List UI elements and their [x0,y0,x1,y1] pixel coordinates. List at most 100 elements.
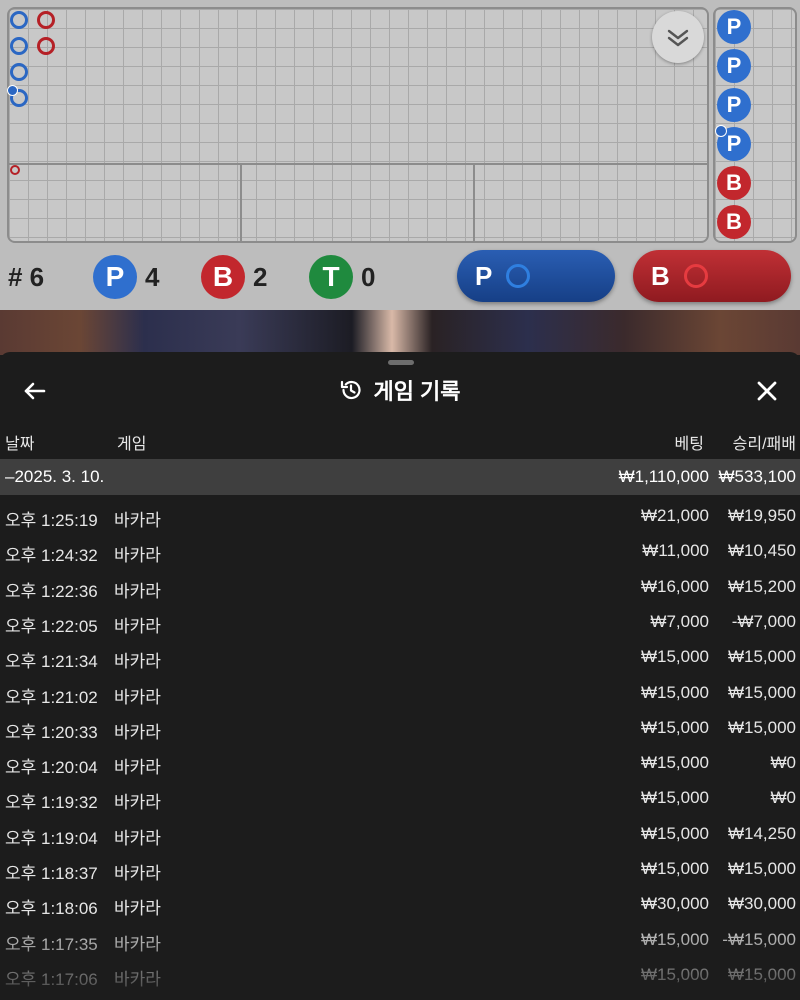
live-video-feed [0,310,800,355]
row-game: 바카라 [114,899,161,919]
table-row[interactable]: 오후 1:21:34 바카라 ₩15,000 ₩15,000 [0,639,800,674]
bead-banker: B [717,166,751,200]
row-game: 바카라 [114,546,161,566]
bead-banker: B [717,205,751,239]
row-winloss: -₩15,000 [722,929,796,949]
row-game: 바카라 [114,934,161,954]
table-row[interactable]: 오후 1:17:35 바카라 ₩15,000 -₩15,000 [0,922,800,957]
tie-count: 0 [361,261,376,292]
bead-road-board: P P P P B B [713,7,797,243]
row-game: 바카라 [114,758,161,778]
player-predict-button[interactable]: P [457,250,615,302]
history-icon [341,380,362,400]
table-row[interactable]: 오후 1:17:06 바카라 ₩15,000 ₩15,000 [0,957,800,992]
board-divider [473,163,475,241]
player-ring [10,11,28,29]
small-road-mark [10,165,20,175]
row-winloss: ₩0 [770,788,797,808]
row-winloss: ₩15,000 [727,682,796,702]
row-bet: ₩15,000 [640,717,709,737]
table-row[interactable]: 오후 1:20:33 바카라 ₩15,000 ₩15,000 [0,710,800,745]
row-winloss: ₩15,000 [727,859,796,878]
big-road-board [7,7,709,243]
player-count: 4 [145,261,160,292]
row-bet: ₩30,000 [640,894,709,914]
player-ring [10,63,28,81]
scoreboard: P P P P B B # 6 P 4 B 2 T 0 P B [0,0,800,310]
column-header-winloss: 승리/패배 [732,436,796,453]
row-game: 바카라 [114,687,161,707]
close-button[interactable] [754,378,780,404]
row-game: 바카라 [114,616,161,636]
pair-dot [715,125,727,137]
player-ring [10,37,28,55]
row-game: 바카라 [114,652,161,672]
row-game: 바카라 [114,828,161,848]
player-predict-label: P [475,260,493,291]
tie-stat: T 0 [309,255,375,299]
row-winloss: ₩15,000 [727,717,796,737]
row-time: 오후 1:19:04 [5,828,98,848]
banker-badge: B [201,255,245,299]
total-rounds: # 6 [8,255,44,299]
table-row[interactable]: 오후 1:22:05 바카라 ₩7,000 -₩7,000 [0,604,800,639]
bead-player: P [717,49,751,83]
table-row[interactable]: 오후 1:19:04 바카라 ₩15,000 ₩14,250 [0,816,800,851]
table-row[interactable]: 오후 1:19:32 바카라 ₩15,000 ₩0 [0,780,800,815]
table-row[interactable]: 오후 1:18:06 바카라 ₩30,000 ₩30,000 [0,886,800,921]
banker-predict-button[interactable]: B [633,250,791,302]
bead-player: P [715,125,751,161]
player-stat: P 4 [93,255,159,299]
table-row[interactable]: 오후 1:25:19 바카라 ₩21,000 ₩19,950 [0,498,800,533]
row-time: 오후 1:17:35 [5,934,98,954]
table-row[interactable]: 오후 1:22:36 바카라 ₩16,000 ₩15,200 [0,569,800,604]
banker-stat: B 2 [201,255,267,299]
row-game: 바카라 [114,581,161,601]
row-winloss: ₩19,950 [727,506,796,525]
row-time: 오후 1:18:06 [5,899,98,919]
row-time: 오후 1:22:36 [5,581,98,601]
row-bet: ₩15,000 [640,682,709,702]
close-icon [757,381,777,401]
row-bet: ₩15,000 [640,859,709,878]
row-winloss: ₩15,200 [727,576,796,596]
total-rounds-label: # 6 [8,261,45,292]
row-time: 오후 1:21:02 [5,687,98,707]
row-time: 오후 1:20:33 [5,722,98,742]
row-bet: ₩7,000 [650,611,709,631]
row-time: 오후 1:22:05 [5,616,98,636]
banker-count: 2 [253,261,268,292]
table-row[interactable]: 오후 1:24:32 바카라 ₩11,000 ₩10,450 [0,533,800,568]
board-divider [240,163,242,241]
row-time: 오후 1:25:19 [5,511,98,530]
circle-icon [683,264,708,288]
row-game: 바카라 [114,793,161,813]
drag-handle[interactable] [388,360,414,365]
page-title: 게임 기록 [373,379,461,404]
table-row[interactable]: 오후 1:18:37 바카라 ₩15,000 ₩15,000 [0,851,800,886]
row-bet: ₩15,000 [640,823,709,843]
table-row[interactable]: 오후 1:20:04 바카라 ₩15,000 ₩0 [0,745,800,780]
row-time: 오후 1:17:06 [5,969,98,989]
row-time: 오후 1:18:37 [5,864,98,883]
collapse-button[interactable] [652,11,704,63]
row-winloss: ₩10,450 [727,541,796,561]
tie-badge: T [309,255,353,299]
bead-player: P [717,88,751,122]
column-header-bet: 베팅 [674,436,704,453]
column-header-date: 날짜 [5,436,35,453]
date-group-bet-total: ₩1,110,000 [618,467,709,486]
row-bet: ₩21,000 [640,506,709,525]
banker-ring [37,37,55,55]
row-time: 오후 1:20:04 [5,758,98,778]
sheet-header: 게임 기록 [0,374,800,406]
date-group-winloss-total: ₩533,100 [718,467,797,486]
row-bet: ₩16,000 [640,576,709,596]
player-badge: P [93,255,137,299]
table-row[interactable]: 오후 1:21:02 바카라 ₩15,000 ₩15,000 [0,675,800,710]
row-winloss: ₩0 [770,753,797,773]
row-winloss: ₩30,000 [727,894,796,914]
row-time: 오후 1:24:32 [5,546,98,566]
row-game: 바카라 [114,864,161,883]
date-group-row[interactable]: –2025. 3. 10. ₩1,110,000 ₩533,100 [0,459,800,495]
